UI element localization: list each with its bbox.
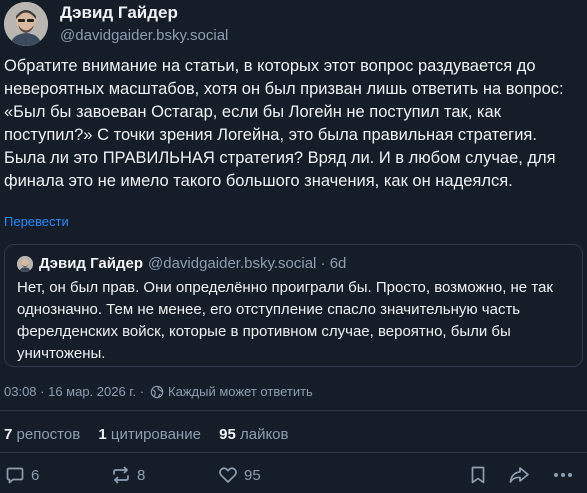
quoted-post[interactable]: Дэвид Гайдер @davidgaider.bsky.social · … — [4, 244, 583, 367]
quotes-stat[interactable]: 1 цитирование — [98, 426, 201, 443]
more-icon — [552, 465, 574, 485]
reply-button[interactable]: 6 — [5, 465, 39, 485]
avatar[interactable] — [4, 2, 48, 46]
quote-author-handle: @davidgaider.bsky.social · 6d — [148, 255, 347, 272]
post-text: Обратите внимание на статьи, в которых э… — [4, 57, 564, 190]
quote-avatar — [17, 256, 33, 272]
post-stats: 7 репостов 1 цитирование 95 лайков — [4, 426, 302, 443]
divider — [0, 410, 587, 411]
reposts-label: репостов — [16, 426, 81, 443]
author-handle[interactable]: @davidgaider.bsky.social — [60, 26, 228, 46]
repost-button[interactable]: 8 — [111, 465, 145, 485]
likes-stat[interactable]: 95 лайков — [219, 426, 288, 443]
quote-author-name: Дэвид Гайдер — [39, 255, 143, 272]
reposts-count: 7 — [4, 426, 13, 443]
avatar-image — [4, 2, 48, 46]
quotes-label: цитирование — [110, 426, 201, 443]
post-author: Дэвид Гайдер @davidgaider.bsky.social — [60, 3, 228, 46]
repost-count: 8 — [137, 466, 146, 484]
more-options-button[interactable] — [552, 465, 574, 485]
likes-count: 95 — [219, 426, 236, 443]
repost-icon — [111, 465, 131, 485]
like-button[interactable]: 95 — [218, 465, 261, 485]
action-bar: 6 8 95 — [0, 465, 587, 489]
quoted-post-header: Дэвид Гайдер @davidgaider.bsky.social · … — [17, 254, 570, 274]
reply-count: 6 — [31, 466, 40, 484]
quotes-count: 1 — [98, 426, 107, 443]
bookmark-button[interactable] — [469, 465, 487, 485]
translate-link[interactable]: Перевести — [4, 214, 69, 229]
likes-label: лайков — [239, 426, 289, 443]
quote-text: Нет, он был прав. Они определённо проигр… — [17, 279, 553, 362]
author-name[interactable]: Дэвид Гайдер — [60, 3, 228, 23]
globe-icon — [150, 385, 164, 399]
share-button[interactable] — [508, 465, 530, 485]
post-meta: 03:08 · 16 мар. 2026 г. · Каждый может о… — [4, 384, 313, 399]
post-timestamp: 03:08 · 16 мар. 2026 г. · — [4, 384, 145, 399]
reply-setting[interactable]: Каждый может ответить — [168, 384, 313, 399]
reposts-stat[interactable]: 7 репостов — [4, 426, 80, 443]
reply-icon — [5, 465, 25, 485]
share-icon — [508, 465, 530, 485]
like-count: 95 — [244, 466, 261, 484]
bookmark-icon — [469, 465, 487, 485]
divider — [0, 452, 587, 453]
like-icon — [218, 465, 238, 485]
